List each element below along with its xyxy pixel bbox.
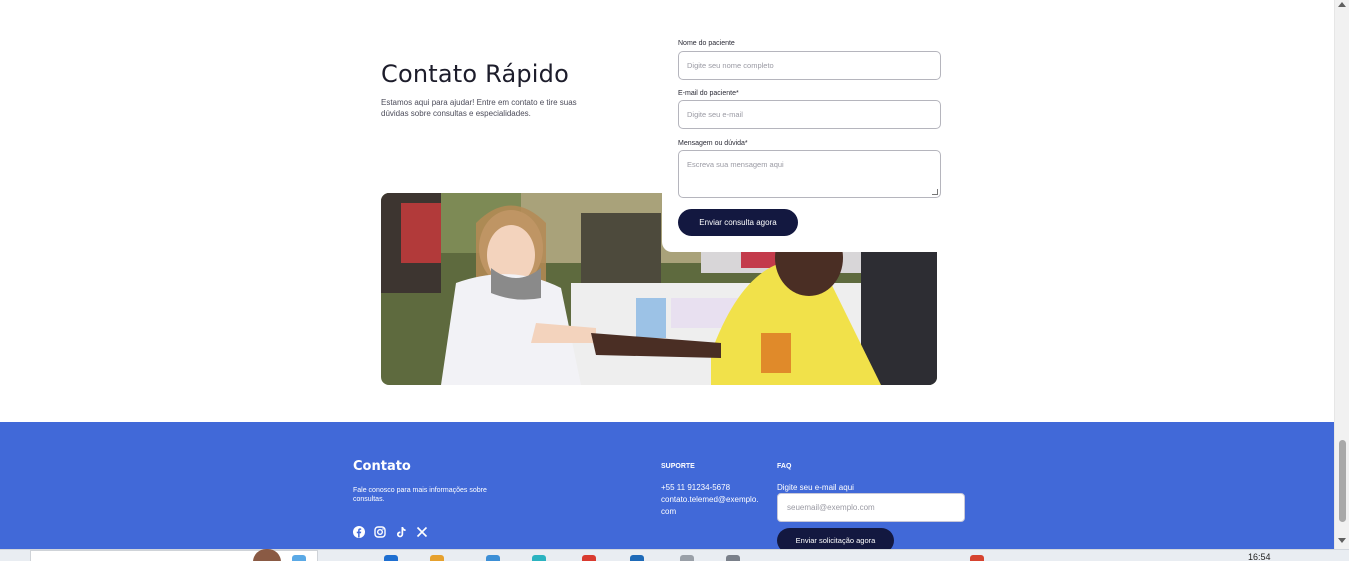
taskbar-clock[interactable]: 16:54	[1248, 552, 1271, 561]
taskbar-app-icon[interactable]	[726, 555, 740, 561]
support-phone[interactable]: +55 11 91234-5678	[661, 482, 730, 494]
taskbar-app-icon[interactable]	[292, 555, 306, 561]
footer-description: Fale conosco para mais informações sobre…	[353, 487, 487, 503]
taskbar-app-icon[interactable]	[582, 555, 596, 561]
scroll-up-icon[interactable]	[1338, 2, 1346, 7]
support-heading: SUPORTE	[661, 463, 695, 470]
vertical-scrollbar[interactable]	[1334, 0, 1349, 549]
support-email[interactable]: contato.telemed@exemplo.com	[661, 494, 759, 518]
message-textarea[interactable]: Escreva sua mensagem aqui	[678, 150, 941, 198]
scroll-down-icon[interactable]	[1338, 538, 1346, 543]
resize-grip-icon[interactable]	[932, 189, 938, 195]
taskbar-app-icon[interactable]	[430, 555, 444, 561]
tiktok-icon[interactable]	[395, 526, 407, 538]
email-input[interactable]: Digite seu e-mail	[678, 100, 941, 129]
taskbar-app-icon[interactable]	[970, 555, 984, 561]
facebook-icon[interactable]	[353, 526, 365, 538]
taskbar-app-icon[interactable]	[384, 555, 398, 561]
quick-contact-description: Estamos aqui para ajudar! Entre em conta…	[381, 98, 577, 118]
taskbar-app-icon[interactable]	[630, 555, 644, 561]
scroll-thumb[interactable]	[1339, 440, 1346, 522]
email-label: E-mail do paciente*	[678, 90, 739, 97]
name-input[interactable]: Digite seu nome completo	[678, 51, 941, 80]
taskbar-app-icon[interactable]	[680, 555, 694, 561]
taskbar-app-icon[interactable]	[532, 555, 546, 561]
message-label: Mensagem ou dúvida*	[678, 140, 748, 147]
taskbar: 16:54	[0, 549, 1349, 561]
page: Contato Rápido Estamos aqui para ajudar!…	[0, 0, 1349, 561]
quick-contact-title: Contato Rápido	[381, 60, 569, 88]
x-icon[interactable]	[416, 526, 428, 538]
faq-email-input[interactable]: seuemail@exemplo.com	[777, 493, 965, 522]
faq-heading: FAQ	[777, 463, 792, 470]
instagram-icon[interactable]	[374, 526, 386, 538]
name-label: Nome do paciente	[678, 40, 735, 47]
footer-title: Contato	[353, 459, 411, 474]
footer: Contato Fale conosco para mais informaçõ…	[0, 422, 1334, 553]
taskbar-app-icon[interactable]	[486, 555, 500, 561]
contact-form: Nome do paciente Digite seu nome complet…	[662, 33, 957, 252]
submit-consultation-button[interactable]: Enviar consulta agora	[678, 209, 798, 236]
message-placeholder: Escreva sua mensagem aqui	[687, 160, 784, 169]
